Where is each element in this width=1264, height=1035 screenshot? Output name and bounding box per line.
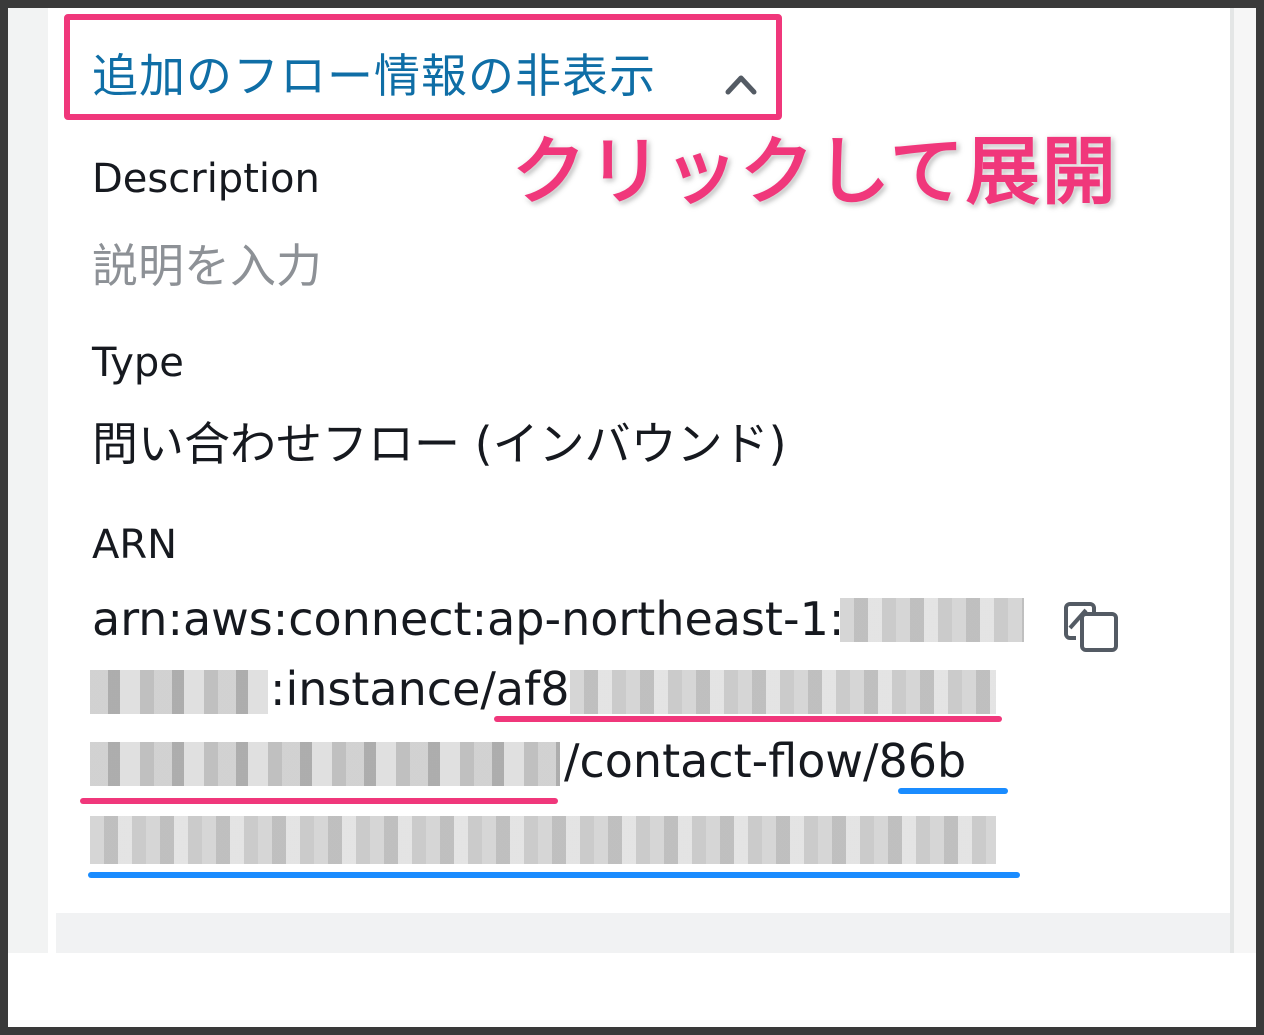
redacted-account-id-part-1 (840, 598, 1024, 642)
instance-id-underline-1 (494, 716, 1002, 722)
description-placeholder: 説明を入力 (92, 239, 322, 293)
type-value: 問い合わせフロー (インバウンド) (92, 417, 787, 471)
arn-line-3: /contact-flow/86b (564, 734, 966, 788)
arn-contact-flow-segment: /contact-flow/ (564, 734, 879, 788)
arn-flow-id-prefix: 86b (878, 734, 967, 788)
arn-instance-id-prefix: af8 (495, 662, 570, 716)
screenshot-frame: 追加のフロー情報の非表示 クリックして展開 Description 説明を入力 … (8, 8, 1256, 1027)
flow-id-underline-2 (88, 872, 1020, 878)
toggle-label[interactable]: 追加のフロー情報の非表示 (92, 40, 656, 106)
redacted-instance-id-part-1 (570, 670, 996, 714)
left-gutter (8, 8, 48, 953)
instance-id-underline-2 (80, 798, 558, 804)
redacted-instance-id-part-2 (90, 742, 560, 786)
arn-label: ARN (92, 522, 178, 568)
redacted-flow-id (90, 816, 996, 864)
flow-id-underline-1 (898, 788, 1008, 794)
copy-icon[interactable] (1060, 598, 1124, 656)
description-label: Description (92, 156, 320, 202)
click-to-expand-annotation: クリックして展開 (512, 129, 1118, 215)
type-label: Type (92, 340, 184, 386)
right-scroll-gutter[interactable] (1230, 8, 1256, 953)
arn-line-2: :instance/af8 (270, 662, 570, 716)
arn-instance-segment: :instance/ (270, 662, 496, 716)
arn-line-1: arn:aws:connect:ap-northeast-1: (92, 592, 845, 646)
hide-additional-flow-info-toggle[interactable]: 追加のフロー情報の非表示 (64, 14, 782, 120)
chevron-up-icon[interactable] (724, 66, 758, 100)
card-footer (56, 913, 1230, 953)
redacted-account-id-part-2 (90, 670, 268, 714)
